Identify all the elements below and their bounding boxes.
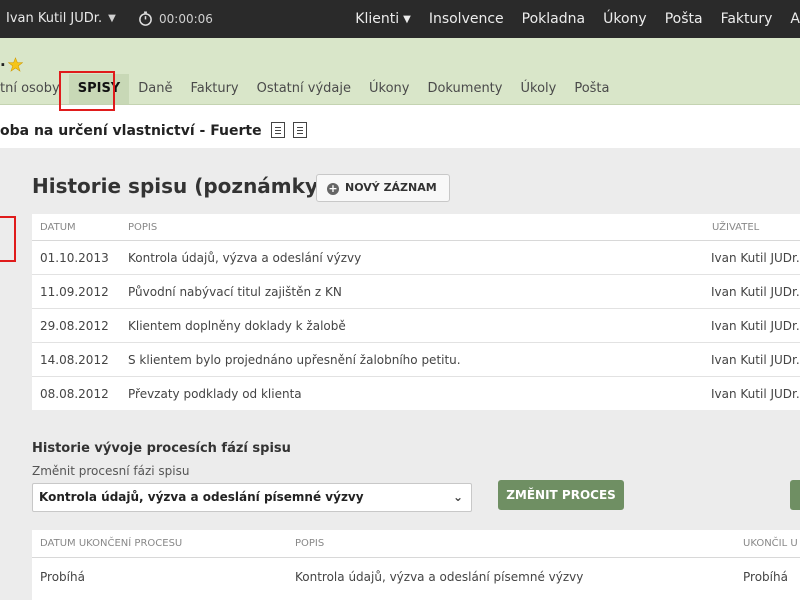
- chevron-down-icon: ▼: [403, 14, 411, 25]
- process-select-label: Změnit procesní fázi spisu: [32, 464, 190, 478]
- table-row[interactable]: 14.08.2012 S klientem bylo projednáno up…: [32, 343, 800, 377]
- document-edit-icon[interactable]: [293, 122, 308, 138]
- col-desc[interactable]: POPIS: [128, 214, 157, 241]
- history-table: DATUM POPIS UŽIVATEL 01.10.2013 Kontrola…: [32, 214, 800, 410]
- tab-ostatni-vydaje[interactable]: Ostatní výdaje: [248, 74, 360, 104]
- table-row[interactable]: Probíhá Kontrola údajů, výzva a odeslání…: [32, 558, 800, 596]
- select-value: Kontrola údajů, výzva a odeslání písemné…: [39, 490, 364, 504]
- timer-value: 00:00:06: [159, 12, 213, 26]
- star-icon[interactable]: [8, 57, 23, 72]
- cell-date: 14.08.2012: [40, 353, 109, 367]
- highlight-box: [0, 216, 16, 262]
- col-date[interactable]: DATUM: [40, 214, 76, 241]
- tab-dokumenty[interactable]: Dokumenty: [418, 74, 511, 104]
- cell-desc: Původní nabývací titul zajištěn z KN: [128, 285, 342, 299]
- tab-faktury[interactable]: Faktury: [181, 74, 247, 104]
- user-name: Ivan Kutil JUDr.: [6, 11, 103, 26]
- nav-klienti[interactable]: Klienti ▼: [346, 0, 420, 38]
- col-end-date[interactable]: DATUM UKONČENÍ PROCESU: [40, 530, 182, 558]
- tab-ukony[interactable]: Úkony: [360, 74, 418, 104]
- cell-user: Ivan Kutil JUDr.: [711, 285, 800, 299]
- cell-user: Ivan Kutil JUDr.: [711, 353, 800, 367]
- nav-ukony[interactable]: Úkony: [594, 0, 656, 38]
- cell-desc: Klientem doplněny doklady k žalobě: [128, 319, 346, 333]
- change-process-button[interactable]: ZMĚNIT PROCES: [498, 480, 624, 510]
- table-row[interactable]: 29.08.2012 Klientem doplněny doklady k ž…: [32, 309, 800, 343]
- cell-date: 11.09.2012: [40, 285, 109, 299]
- nav-faktury[interactable]: Faktury: [712, 0, 782, 38]
- nav-posta[interactable]: Pošta: [656, 0, 712, 38]
- col-ended-by[interactable]: UKONČIL U: [743, 530, 798, 558]
- chevron-down-icon: ⌄: [452, 490, 464, 504]
- main-nav: Klienti ▼ Insolvence Pokladna Úkony Pošta…: [346, 0, 800, 38]
- document-export-icon[interactable]: [270, 122, 285, 138]
- nav-pokladna[interactable]: Pokladna: [513, 0, 594, 38]
- tab-posta[interactable]: Pošta: [565, 74, 618, 104]
- nav-insolvence[interactable]: Insolvence: [420, 0, 513, 38]
- chevron-down-icon: ▼: [108, 13, 116, 24]
- cell-date: 29.08.2012: [40, 319, 109, 333]
- client-header: . tní osoby SPISY Daně Faktury Ostatní v…: [0, 38, 800, 105]
- process-heading: Historie vývoje procesích fází spisu: [32, 441, 291, 456]
- table-header: DATUM UKONČENÍ PROCESU POPIS UKONČIL U: [32, 530, 800, 558]
- case-title: oba na určení vlastnictví - Fuerte: [0, 122, 308, 139]
- history-heading: Historie spisu (poznámky): [32, 174, 328, 198]
- top-bar: Ivan Kutil JUDr. ▼ 00:00:06 Klienti ▼ Inso…: [0, 0, 800, 38]
- user-menu[interactable]: Ivan Kutil JUDr. ▼: [6, 0, 116, 38]
- client-title: .: [0, 52, 6, 70]
- stopwatch-icon: [139, 11, 152, 26]
- timer[interactable]: 00:00:06: [138, 0, 213, 38]
- process-table: DATUM UKONČENÍ PROCESU POPIS UKONČIL U P…: [32, 530, 800, 600]
- tab-dane[interactable]: Daně: [129, 74, 181, 104]
- cell-date: 08.08.2012: [40, 387, 109, 401]
- button-label: NOVÝ ZÁZNAM: [345, 181, 437, 194]
- tab-ukoly[interactable]: Úkoly: [511, 74, 565, 104]
- cell-desc: Kontrola údajů, výzva a odeslání písemné…: [295, 570, 584, 584]
- cell-user: Ivan Kutil JUDr.: [711, 387, 800, 401]
- cell-date: 01.10.2013: [40, 251, 109, 265]
- cell-end-date: Probíhá: [40, 570, 85, 584]
- cell-user: Ivan Kutil JUDr.: [711, 319, 800, 333]
- col-desc[interactable]: POPIS: [295, 530, 324, 558]
- nav-label: Klienti: [355, 11, 400, 27]
- table-row[interactable]: 11.09.2012 Původní nabývací titul zajišt…: [32, 275, 800, 309]
- table-row[interactable]: 01.10.2013 Kontrola údajů, výzva a odesl…: [32, 241, 800, 275]
- table-row[interactable]: 08.08.2012 Převzaty podklady od klienta …: [32, 377, 800, 411]
- table-header: DATUM POPIS UŽIVATEL: [32, 214, 800, 241]
- cell-desc: Převzaty podklady od klienta: [128, 387, 302, 401]
- col-user[interactable]: UŽIVATEL: [712, 214, 759, 241]
- cell-desc: S klientem bylo projednáno upřesnění žal…: [128, 353, 461, 367]
- cell-user: Ivan Kutil JUDr.: [711, 251, 800, 265]
- process-select[interactable]: Kontrola údajů, výzva a odeslání písemné…: [32, 483, 472, 512]
- new-record-button[interactable]: + NOVÝ ZÁZNAM: [316, 174, 450, 202]
- secondary-button[interactable]: [790, 480, 800, 510]
- content-panel: Historie spisu (poznámky) + NOVÝ ZÁZNAM D…: [0, 148, 800, 600]
- cell-ended-by: Probíhá: [743, 570, 788, 584]
- case-title-text: oba na určení vlastnictví - Fuerte: [0, 123, 262, 139]
- highlight-box: [59, 71, 115, 111]
- cell-desc: Kontrola údajů, výzva a odeslání výzvy: [128, 251, 362, 265]
- plus-icon: +: [327, 182, 339, 195]
- nav-more[interactable]: A: [781, 0, 800, 38]
